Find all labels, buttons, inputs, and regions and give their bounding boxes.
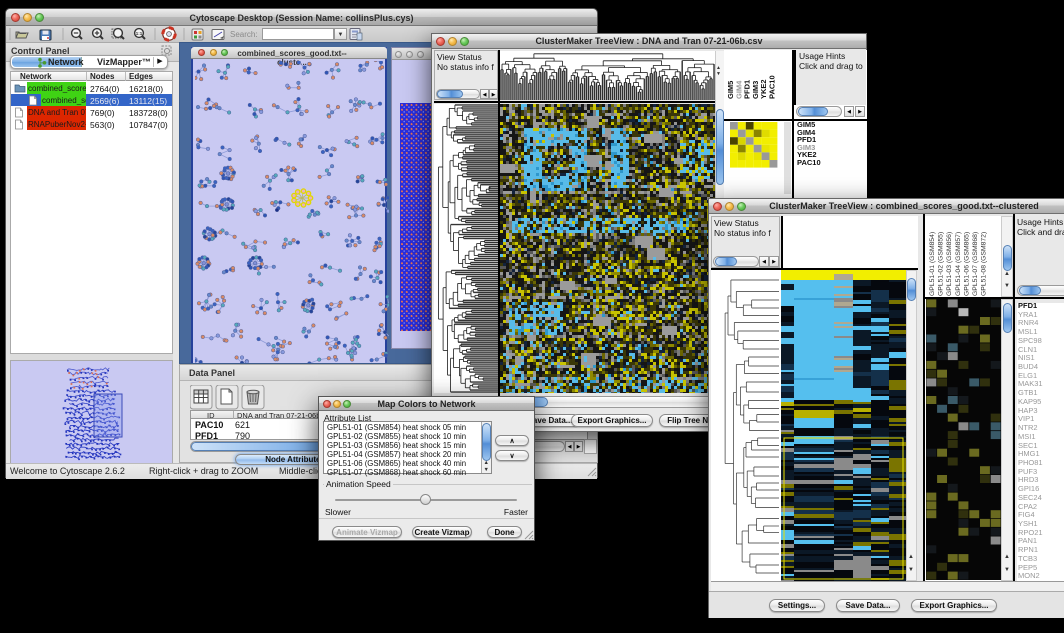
svg-text:GPL51-08 (GSM872): GPL51-08 (GSM872) [981,232,988,296]
svg-text:GPL51-02 (GSM855): GPL51-02 (GSM855) [938,232,945,296]
svg-text:GPL51-07 (GSM868): GPL51-07 (GSM868) [972,232,979,296]
svg-text:GPL51-06 (GSM865): GPL51-06 (GSM865) [963,232,970,296]
svg-text:1:1: 1:1 [136,31,143,36]
svg-text:GPL51-01 (GSM854): GPL51-01 (GSM854) [929,232,936,296]
svg-text:PAC10: PAC10 [768,75,777,99]
svg-text:GPL51-04 (GSM857): GPL51-04 (GSM857) [955,232,962,296]
svg-text:Search:: Search: [230,30,258,39]
svg-text:GPL51-03 (GSM856): GPL51-03 (GSM856) [946,232,953,296]
